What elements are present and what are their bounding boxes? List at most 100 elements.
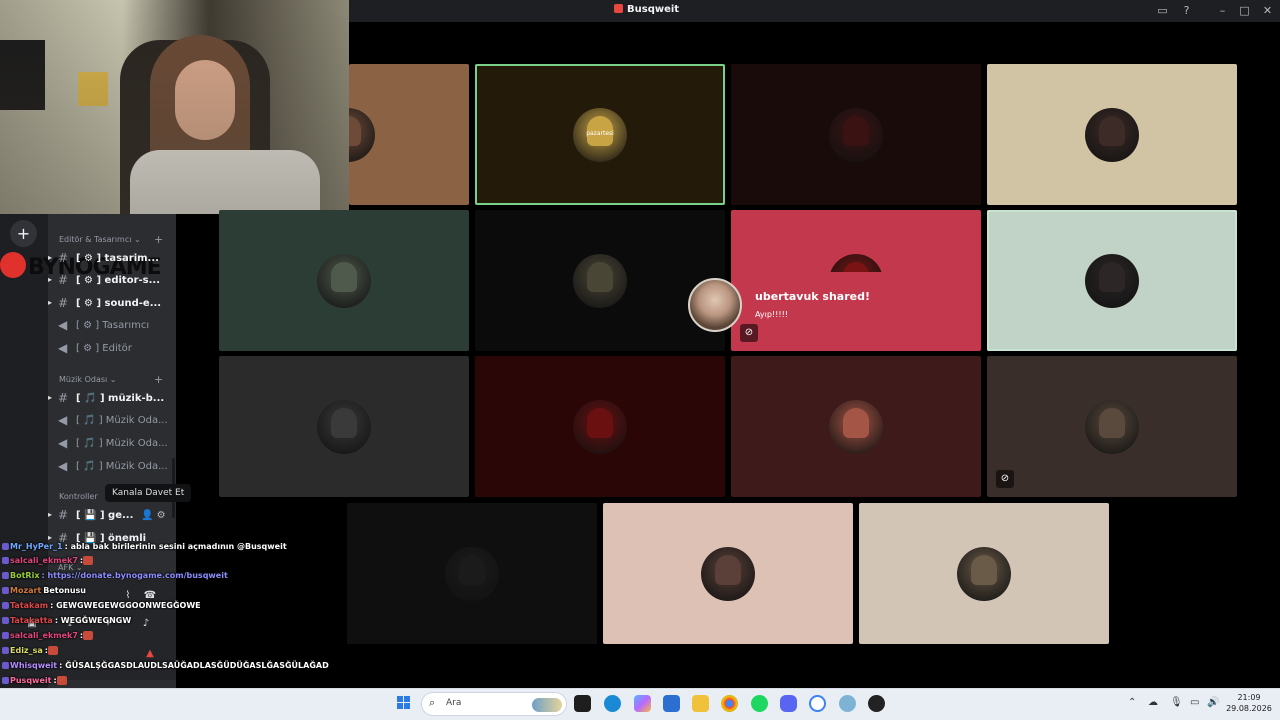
- search-icon: ⌕: [429, 696, 436, 709]
- invite-tooltip: Kanala Davet Et: [105, 484, 192, 502]
- spotify-icon[interactable]: [751, 695, 768, 712]
- file-explorer-icon[interactable]: [692, 695, 709, 712]
- channel-item[interactable]: ▸ # [ ⚙ ] tasarim...: [48, 250, 176, 268]
- channel-item[interactable]: ▸ # [ ⚙ ] editor-s...: [48, 272, 176, 290]
- chat-username[interactable]: salcali_ekmek7: [10, 631, 78, 640]
- avatar-figure: [971, 554, 997, 585]
- window-title: Busqweit: [614, 4, 679, 15]
- video-tile[interactable]: [349, 64, 469, 205]
- chat-username[interactable]: BotRix: [10, 571, 39, 580]
- close-button[interactable]: ✕: [1261, 4, 1274, 17]
- channel-item[interactable]: ▸ # [ ⚙ ] sound-e...: [48, 295, 176, 313]
- video-tile[interactable]: [859, 503, 1109, 644]
- avatar-label: pazartesi: [586, 129, 614, 137]
- voice-channel-item[interactable]: ◀ [ 🎵 ] Müzik Oda...: [48, 435, 176, 453]
- chat-message: Tatakam: GEWGWEGEWGGOONWEGĞOWE: [2, 601, 201, 610]
- chat-message: Mr_HyPer_1: abla bak birilerinin sesini …: [2, 542, 287, 551]
- clock-date: 29.08.2026: [1226, 704, 1272, 713]
- copilot-icon[interactable]: [634, 695, 651, 712]
- microphone-icon[interactable]: 🎙: [1170, 697, 1183, 708]
- voice-channel-item[interactable]: ◀ [ 🎵 ] Müzik Oda...: [48, 458, 176, 476]
- muted-icon: ⊘: [740, 324, 758, 342]
- video-tile[interactable]: [475, 356, 725, 497]
- volume-icon[interactable]: 🔊: [1207, 697, 1219, 708]
- video-tile[interactable]: [219, 210, 469, 351]
- search-highlight-image: [532, 698, 562, 712]
- video-tile[interactable]: [987, 64, 1237, 205]
- task-view-icon[interactable]: [574, 695, 591, 712]
- chat-badge-icon: [2, 632, 9, 639]
- chevron-up-icon[interactable]: ⌃: [1128, 697, 1136, 708]
- chat-message: Pusqweit:: [2, 676, 67, 685]
- video-tile[interactable]: [603, 503, 853, 644]
- chat-username[interactable]: Pusqweit: [10, 676, 51, 685]
- settings-app-icon[interactable]: [839, 695, 856, 712]
- chat-username[interactable]: Ediz_sa: [10, 646, 43, 655]
- chat-username[interactable]: Mozart: [10, 586, 41, 595]
- avatar-figure: [843, 115, 869, 146]
- title-bar: [349, 0, 1280, 22]
- channel-label: [ 🎵 ] Müzik Oda...: [76, 415, 168, 426]
- chat-username[interactable]: Whisqweit: [10, 661, 57, 670]
- user-avatar: [1085, 107, 1139, 162]
- user-avatar: [317, 253, 371, 308]
- minimize-button[interactable]: –: [1216, 4, 1229, 17]
- channel-label: [ 🎵 ] Müzik Oda...: [76, 438, 168, 449]
- video-tile[interactable]: ⊘: [987, 356, 1237, 497]
- maximize-button[interactable]: □: [1238, 4, 1251, 17]
- video-tile[interactable]: [731, 64, 981, 205]
- store-icon[interactable]: [663, 695, 680, 712]
- chat-message: Whisqweit: ĞÜSALŞĞGASDLAUDLSAÜĞADLASĞÜDÜ…: [2, 661, 329, 670]
- text-channel-icon: #: [58, 391, 69, 405]
- help-icon[interactable]: ?: [1180, 4, 1193, 17]
- onedrive-icon[interactable]: ☁: [1148, 697, 1158, 708]
- settings-gear-icon[interactable]: ⚙: [157, 510, 166, 521]
- add-server-icon[interactable]: +: [10, 220, 37, 247]
- category-music[interactable]: Müzik Odası ⌄ +: [59, 373, 163, 386]
- user-avatar: [829, 399, 883, 454]
- taskbar-clock[interactable]: 21:09 29.08.2026: [1224, 692, 1274, 714]
- chat-text: : WEGĞWEGNGW: [54, 616, 132, 625]
- chat-text[interactable]: : https://donate.bynogame.com/busqweit: [41, 571, 227, 580]
- add-channel-icon[interactable]: +: [154, 373, 163, 386]
- add-channel-icon[interactable]: +: [154, 233, 163, 246]
- discord-icon[interactable]: [780, 695, 797, 712]
- video-tile[interactable]: [219, 356, 469, 497]
- video-tile[interactable]: [731, 356, 981, 497]
- video-tile[interactable]: [347, 503, 597, 644]
- video-tile[interactable]: [987, 210, 1237, 351]
- notification-avatar: [688, 278, 742, 332]
- chat-message: BotRix: https://donate.bynogame.com/busq…: [2, 571, 228, 580]
- user-avatar: [573, 399, 627, 454]
- text-channel-icon: #: [58, 296, 69, 310]
- unread-indicator: ▸: [48, 253, 53, 262]
- start-button[interactable]: [397, 696, 411, 710]
- todo-icon[interactable]: [809, 695, 826, 712]
- voice-channel-item[interactable]: ◀ [ 🎵 ] Müzik Oda...: [48, 412, 176, 430]
- search-placeholder: Ara: [446, 698, 462, 708]
- soundboard-icon[interactable]: ♪: [136, 618, 156, 634]
- chat-username[interactable]: Mr_HyPer_1: [10, 542, 63, 551]
- video-tile[interactable]: [475, 210, 725, 351]
- taskbar-search[interactable]: ⌕ Ara: [421, 692, 567, 716]
- notification-title: ubertavuk shared!: [755, 290, 870, 303]
- chat-username[interactable]: Tatakatta: [10, 616, 53, 625]
- category-editor[interactable]: Editör & Tasarımcı ⌄ +: [59, 233, 163, 246]
- chat-username[interactable]: Tatakam: [10, 601, 48, 610]
- invite-icon[interactable]: 👤: [141, 510, 153, 521]
- inbox-icon[interactable]: ▭: [1156, 4, 1169, 17]
- avatar-figure: [715, 554, 741, 585]
- network-icon[interactable]: ▭: [1190, 697, 1199, 708]
- avatar-figure: [459, 554, 485, 585]
- video-tile[interactable]: pazartesi: [475, 64, 725, 205]
- edge-icon[interactable]: [604, 695, 621, 712]
- channel-label: [ 🎵 ] müzik-b...: [76, 393, 165, 404]
- channel-label: [ ⚙ ] Editör: [76, 343, 132, 354]
- voice-channel-item[interactable]: ◀ [ ⚙ ] Tasarımcı: [48, 317, 176, 335]
- chrome-icon[interactable]: [721, 695, 738, 712]
- obs-icon[interactable]: [868, 695, 885, 712]
- category-controls[interactable]: Kontroller: [59, 492, 98, 501]
- chat-username[interactable]: salcali_ekmek7: [10, 556, 78, 565]
- voice-channel-item[interactable]: ◀ [ ⚙ ] Editör: [48, 340, 176, 358]
- channel-item[interactable]: ▸ # [ 🎵 ] müzik-b...: [48, 390, 176, 408]
